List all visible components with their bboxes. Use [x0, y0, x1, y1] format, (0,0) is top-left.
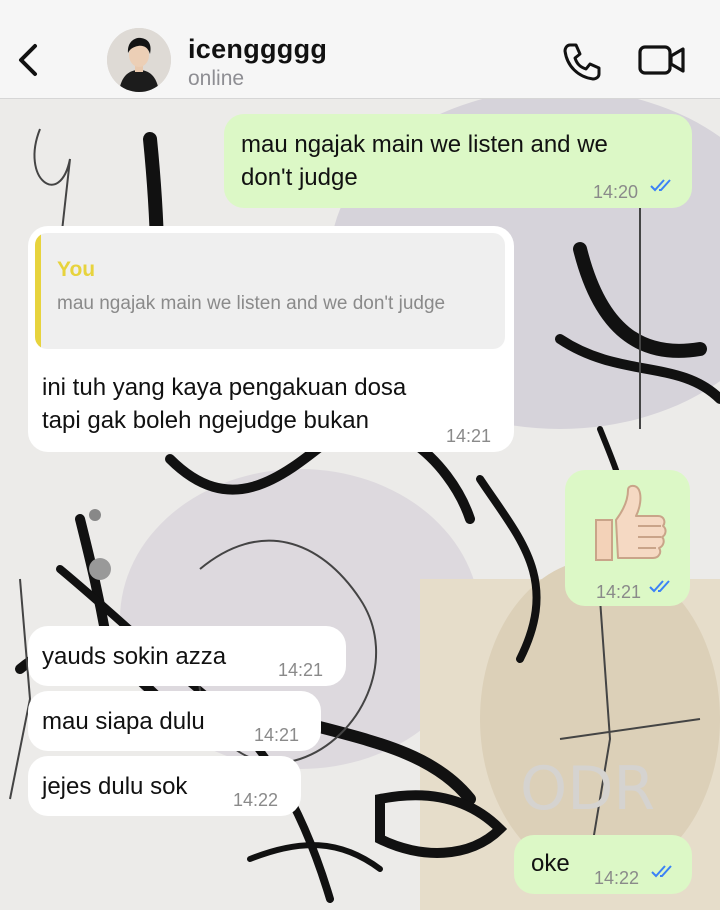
message-time: 14:22: [233, 790, 279, 810]
message-time: 14:22: [594, 868, 640, 888]
read-receipt-icon: [650, 179, 671, 192]
quote-author: You: [57, 258, 96, 281]
svg-text:ODR: ODR: [520, 754, 655, 824]
quote-text: mau ngajak main we listen and we don't j…: [57, 293, 446, 314]
read-receipt-icon: [651, 865, 672, 878]
avatar[interactable]: [107, 28, 171, 92]
message-bubble-outgoing[interactable]: 14:21: [565, 470, 690, 606]
message-text-line: don't judge: [241, 164, 358, 191]
message-text: yauds sokin azza: [42, 643, 227, 670]
message-bubble-incoming[interactable]: mau siapa dulu 14:21: [28, 691, 321, 751]
quote-accent-bar: [35, 233, 41, 349]
message-text-line: tapi gak boleh ngejudge bukan: [42, 407, 369, 434]
thumbs-up-emoji-icon: [595, 484, 667, 561]
message-bubble-outgoing[interactable]: oke 14:22: [514, 835, 692, 894]
message-text-line: mau ngajak main we listen and we: [241, 131, 608, 158]
message-time: 14:20: [593, 182, 639, 202]
presence-status: online: [188, 67, 245, 90]
message-text: oke: [531, 850, 570, 877]
phone-icon[interactable]: [561, 40, 603, 82]
chat-header: icenggggg online: [0, 0, 720, 99]
reply-quote[interactable]: You mau ngajak main we listen and we don…: [35, 233, 505, 349]
message-text-line: ini tuh yang kaya pengakuan dosa: [42, 374, 407, 401]
video-camera-icon[interactable]: [637, 42, 687, 78]
message-bubble-incoming[interactable]: You mau ngajak main we listen and we don…: [28, 226, 514, 452]
message-text: mau siapa dulu: [42, 708, 205, 735]
message-bubble-outgoing[interactable]: mau ngajak main we listen and we don't j…: [224, 114, 692, 208]
message-time: 14:21: [596, 582, 642, 602]
back-chevron-icon[interactable]: [14, 40, 44, 80]
message-bubble-incoming[interactable]: yauds sokin azza 14:21: [28, 626, 346, 686]
message-time: 14:21: [278, 660, 324, 680]
contact-name[interactable]: icenggggg: [188, 34, 327, 65]
message-bubble-incoming[interactable]: jejes dulu sok 14:22: [28, 756, 301, 816]
message-time: 14:21: [254, 725, 300, 745]
message-time: 14:21: [446, 426, 492, 446]
message-text: jejes dulu sok: [42, 773, 188, 800]
read-receipt-icon: [649, 580, 670, 593]
